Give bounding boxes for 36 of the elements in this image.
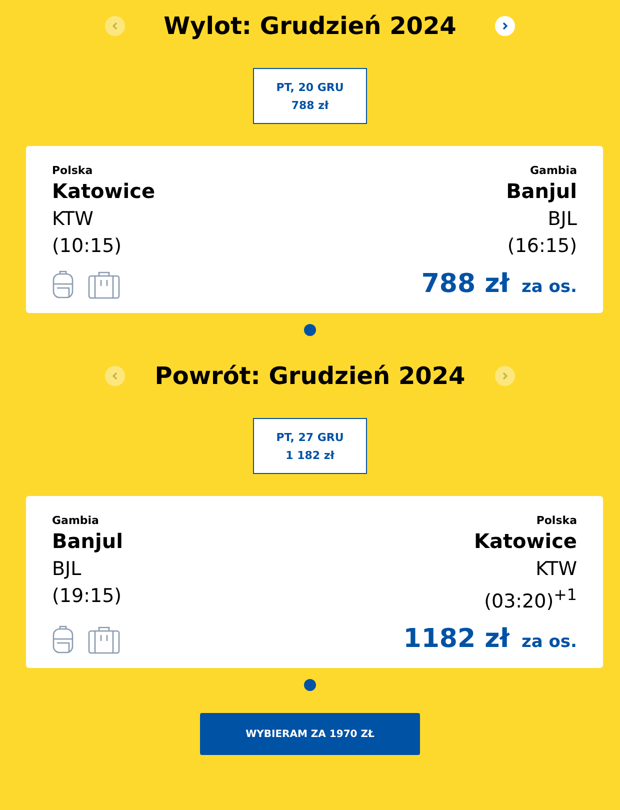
airport-code: KTW <box>52 208 94 230</box>
airport-code: BJL <box>548 208 577 230</box>
airport-code: BJL <box>52 558 82 580</box>
suitcase-icon <box>88 626 120 654</box>
date-tab[interactable]: PT, 20 GRU 788 zł <box>253 68 367 124</box>
chevron-left-icon <box>110 21 120 31</box>
backpack-icon <box>52 269 74 299</box>
suitcase-icon <box>88 271 120 299</box>
city-name: Banjul <box>506 179 577 203</box>
departure-time: (10:15) <box>52 235 122 257</box>
month-title: Wylot: Grudzień 2024 <box>162 12 458 40</box>
city-name: Katowice <box>474 529 577 553</box>
month-title: Powrót: Grudzień 2024 <box>154 362 466 390</box>
chevron-right-icon <box>500 21 510 31</box>
departure-time: (19:15) <box>52 585 122 607</box>
per-person-label: za os. <box>521 632 577 652</box>
arrival-time: (16:15) <box>507 235 577 257</box>
date-tab[interactable]: PT, 27 GRU 1 182 zł <box>253 418 367 474</box>
per-person-label: za os. <box>521 277 577 297</box>
country-label: Gambia <box>52 514 99 527</box>
pager-dot[interactable] <box>304 679 316 692</box>
backpack-icon <box>52 624 74 654</box>
next-month-button[interactable] <box>495 16 515 36</box>
city-name: Katowice <box>52 179 156 203</box>
chevron-left-icon <box>110 371 120 381</box>
select-button[interactable]: WYBIERAM ZA 1970 ZŁ <box>200 713 420 756</box>
city-name: Banjul <box>52 529 123 553</box>
arrival-time: (03:20)$^{+1}$ <box>484 585 577 612</box>
flight-price: 1182 zł <box>403 624 510 654</box>
chevron-right-icon <box>500 371 510 381</box>
airport-code: KTW <box>536 558 577 580</box>
country-label: Polska <box>536 514 577 527</box>
country-label: Gambia <box>530 164 577 177</box>
flight-price: 788 zł <box>421 269 510 299</box>
pager-dot[interactable] <box>304 324 316 336</box>
country-label: Polska <box>52 164 93 177</box>
